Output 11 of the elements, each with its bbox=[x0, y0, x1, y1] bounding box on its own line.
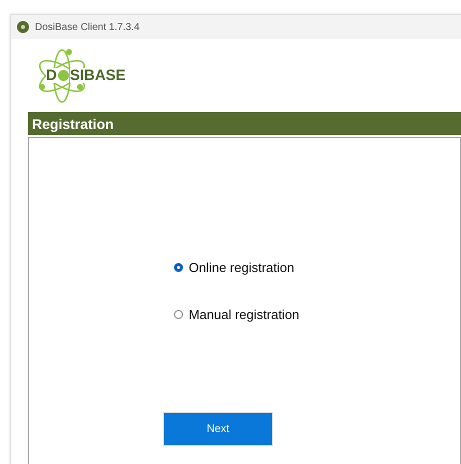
dot-icon bbox=[58, 70, 69, 81]
window-title: DosiBase Client 1.7.3.4 bbox=[35, 22, 141, 32]
next-button[interactable]: Next bbox=[163, 412, 273, 446]
radio-icon[interactable] bbox=[174, 263, 183, 272]
section-header: Registration bbox=[28, 112, 461, 135]
app-icon bbox=[17, 21, 29, 33]
radio-option[interactable]: Online registration bbox=[174, 260, 300, 275]
logo-text: SIBASE bbox=[70, 68, 126, 83]
logo-text: D bbox=[46, 68, 57, 83]
radio-option[interactable]: Manual registration bbox=[174, 307, 300, 322]
radio-icon[interactable] bbox=[174, 310, 183, 319]
